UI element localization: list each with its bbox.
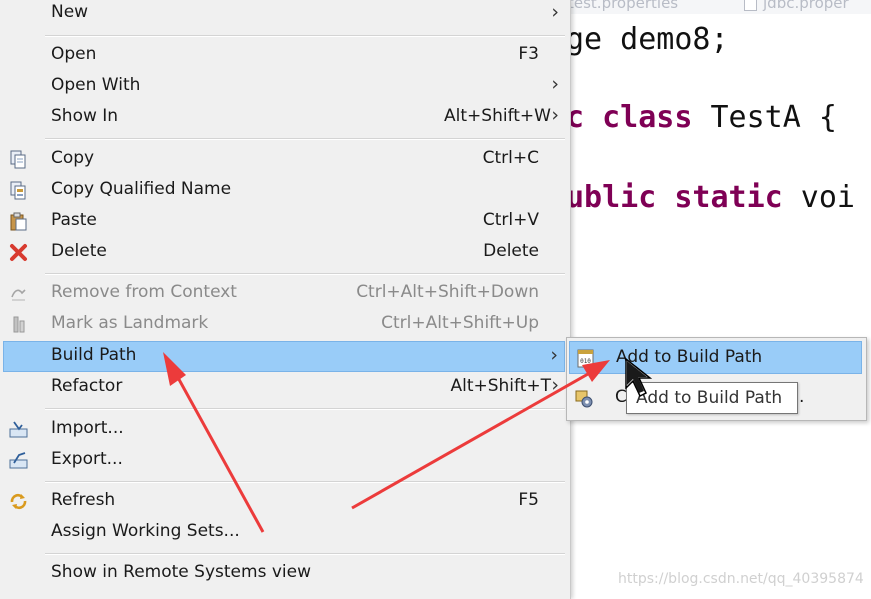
watermark: https://blog.csdn.net/qq_40395874 xyxy=(618,571,864,587)
landmark-icon xyxy=(13,316,25,333)
menu-separator xyxy=(45,273,565,275)
context-menu: New › Open F3 Open With › Show In Alt+Sh… xyxy=(0,0,571,599)
code-line-method: ublic static voi xyxy=(566,180,855,215)
copy-icon xyxy=(10,150,26,169)
menu-item-remove-from-context[interactable]: Remove from Context Ctrl+Alt+Shift+Down xyxy=(3,278,565,309)
menu-item-new[interactable]: New › xyxy=(3,0,565,31)
menu-item-shortcut: Ctrl+C xyxy=(482,148,539,168)
menu-item-label: Show in Remote Systems view xyxy=(51,562,311,582)
menu-item-build-path[interactable]: Build Path › xyxy=(3,341,565,372)
menu-item-label: Refactor xyxy=(51,376,123,396)
menu-item-refactor[interactable]: Refactor Alt+Shift+T › xyxy=(3,372,565,403)
menu-item-label: Export... xyxy=(51,449,123,469)
menu-item-label: Paste xyxy=(51,210,97,230)
menu-item-delete[interactable]: Delete Delete xyxy=(3,237,565,268)
menu-item-shortcut: Alt+Shift+W xyxy=(444,106,551,126)
menu-item-copy-qualified-name[interactable]: Copy Qualified Name xyxy=(3,175,565,206)
tooltip-text: Add to Build Path xyxy=(636,388,783,408)
menu-item-show-in-remote-systems[interactable]: Show in Remote Systems view xyxy=(3,558,565,589)
chevron-right-icon: › xyxy=(551,374,559,396)
menu-separator xyxy=(45,553,565,555)
menu-item-label: Mark as Landmark xyxy=(51,313,209,333)
tab-jdbc-properties[interactable]: jdbc.proper xyxy=(744,0,849,12)
properties-file-icon xyxy=(744,0,757,11)
menu-item-label: New xyxy=(51,2,89,22)
submenu-item-add-to-build-path[interactable]: 010 Add to Build Path xyxy=(569,341,862,374)
menu-item-label: Build Path xyxy=(51,345,137,365)
paste-icon xyxy=(10,212,27,231)
copy-qualified-icon xyxy=(10,181,26,200)
svg-text:010: 010 xyxy=(580,358,591,365)
refresh-icon xyxy=(10,493,27,510)
menu-item-shortcut: Ctrl+Alt+Shift+Down xyxy=(356,282,539,302)
code-line-package: ge demo8; xyxy=(566,22,729,57)
menu-item-label: Delete xyxy=(51,241,107,261)
menu-item-label: Open With xyxy=(51,75,141,95)
menu-separator xyxy=(45,138,565,140)
chevron-right-icon: › xyxy=(551,104,559,126)
configure-build-path-icon xyxy=(575,390,593,408)
editor-tab-bar: test.properties jdbc.proper xyxy=(560,0,871,14)
chevron-right-icon: › xyxy=(550,344,558,366)
tab-test-properties[interactable]: test.properties xyxy=(568,0,678,12)
menu-item-refresh[interactable]: Refresh F5 xyxy=(3,486,565,517)
jar-icon: 010 xyxy=(577,349,594,368)
menu-item-shortcut: Ctrl+Alt+Shift+Up xyxy=(381,313,539,333)
menu-separator xyxy=(45,408,565,410)
submenu-item-label: Add to Build Path xyxy=(616,347,763,367)
import-icon xyxy=(9,421,28,438)
menu-item-label: Copy xyxy=(51,148,95,168)
menu-separator xyxy=(45,481,565,483)
menu-item-open-with[interactable]: Open With › xyxy=(3,71,565,102)
menu-item-shortcut: Delete xyxy=(483,241,539,261)
code-line-class: c class TestA { xyxy=(566,100,837,135)
menu-item-label: Import... xyxy=(51,418,124,438)
menu-item-shortcut: F3 xyxy=(518,44,539,64)
menu-item-label: Assign Working Sets... xyxy=(51,521,240,541)
tooltip: Add to Build Path xyxy=(626,382,798,414)
menu-item-open[interactable]: Open F3 xyxy=(3,40,565,71)
menu-item-shortcut: F5 xyxy=(518,490,539,510)
chevron-right-icon: › xyxy=(551,73,559,95)
menu-item-label: Copy Qualified Name xyxy=(51,179,232,199)
menu-item-export[interactable]: Export... xyxy=(3,445,565,476)
menu-item-mark-as-landmark[interactable]: Mark as Landmark Ctrl+Alt+Shift+Up xyxy=(3,309,565,340)
menu-item-label: Refresh xyxy=(51,490,116,510)
menu-item-show-in[interactable]: Show In Alt+Shift+W › xyxy=(3,102,565,133)
menu-item-label: Open xyxy=(51,44,97,64)
menu-item-copy[interactable]: Copy Ctrl+C xyxy=(3,144,565,175)
menu-item-shortcut: Ctrl+V xyxy=(482,210,539,230)
menu-item-label: Remove from Context xyxy=(51,282,237,302)
chevron-right-icon: › xyxy=(551,1,559,23)
menu-item-label: Show In xyxy=(51,106,119,126)
remove-context-icon xyxy=(11,289,26,301)
delete-icon xyxy=(10,244,27,261)
export-icon xyxy=(9,452,28,469)
menu-item-assign-working-sets[interactable]: Assign Working Sets... xyxy=(3,517,565,548)
menu-item-import[interactable]: Import... xyxy=(3,414,565,445)
menu-separator xyxy=(45,35,565,37)
submenu-item-label-tail: . xyxy=(799,387,805,407)
menu-item-paste[interactable]: Paste Ctrl+V xyxy=(3,206,565,237)
menu-item-shortcut: Alt+Shift+T xyxy=(450,376,551,396)
